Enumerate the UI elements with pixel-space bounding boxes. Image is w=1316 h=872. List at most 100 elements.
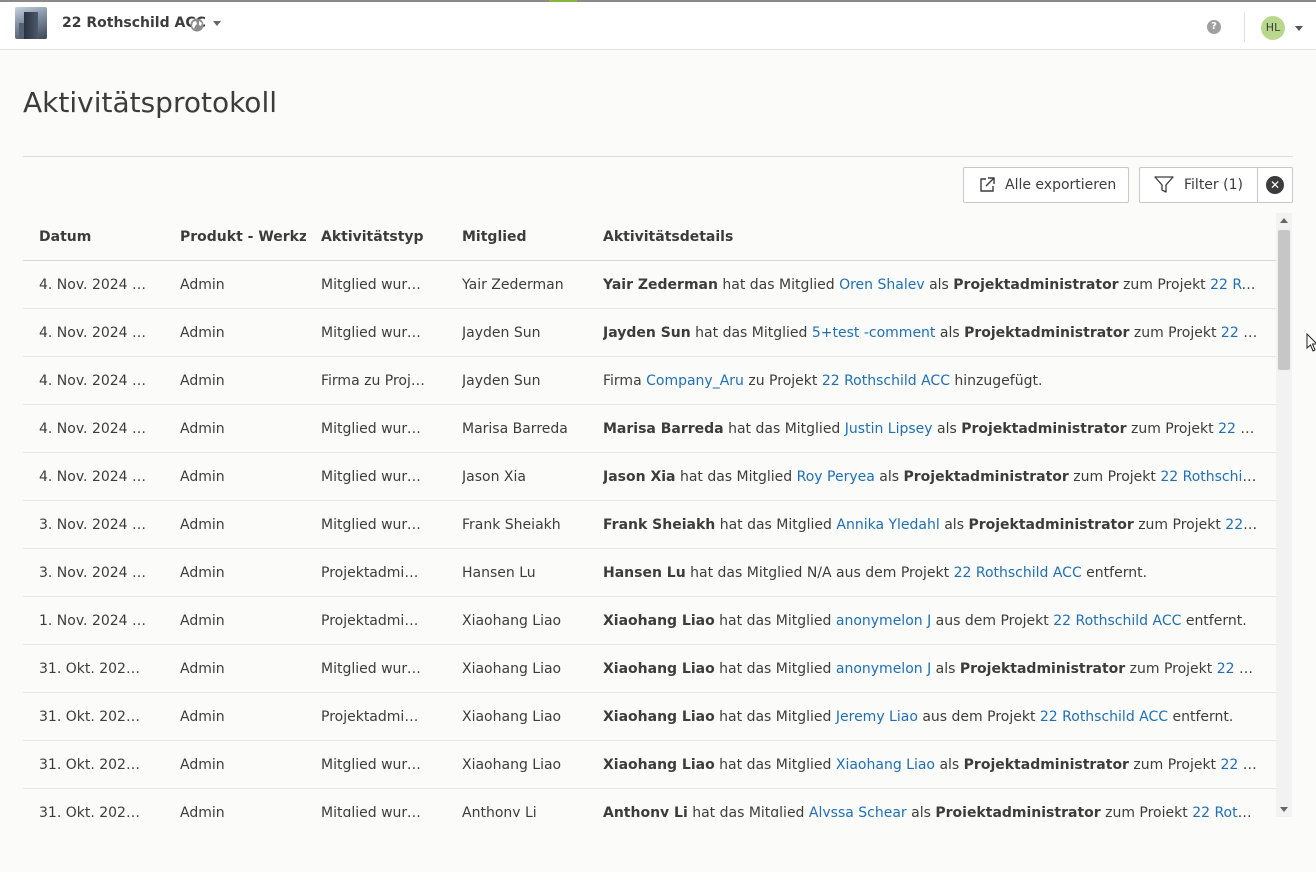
details-link[interactable]: 22 Rothschild ...	[1218, 421, 1258, 437]
details-text: hat das Mitglied	[714, 613, 836, 629]
details-bold-text: Xiaohang Liao	[603, 661, 715, 677]
cell-product: Admin	[180, 421, 225, 437]
table-row[interactable]: 4. Nov. 2024 3:... Admin Mitglied wurd... J…	[23, 453, 1276, 501]
details-text: als	[874, 469, 904, 485]
user-avatar[interactable]: HL	[1261, 16, 1285, 40]
cell-product: Admin	[180, 757, 225, 773]
cell-activity-type: Projektadmini...	[321, 565, 425, 581]
cell-product: Admin	[180, 709, 225, 725]
cell-product: Admin	[180, 373, 225, 389]
details-text: hat das Mitglied	[715, 517, 837, 533]
details-text: hat das Mitglied	[690, 325, 812, 341]
details-link[interactable]: anonymelon J	[836, 613, 931, 629]
loading-indicator	[549, 0, 577, 2]
cell-date: 4. Nov. 2024 7:...	[39, 325, 147, 341]
table-row[interactable]: 1. Nov. 2024 12... Admin Projektadmini... X…	[23, 597, 1276, 645]
column-header-product[interactable]: Produkt - Werkzeug	[180, 229, 306, 245]
column-header-date[interactable]: Datum	[39, 229, 147, 245]
details-link[interactable]: 22 Rothschild ACC	[954, 565, 1082, 581]
details-link[interactable]: 5+test -comment	[812, 325, 936, 341]
activity-table: Datum Produkt - Werkzeug Aktivitätstyp M…	[23, 213, 1276, 817]
cell-date: 3. Nov. 2024 10...	[39, 517, 147, 533]
details-link[interactable]: Xiaohang Liao	[836, 757, 935, 773]
cell-activity-type: Mitglied wurd...	[321, 325, 425, 341]
details-bold-text: Marisa Barreda	[603, 421, 724, 437]
table-row[interactable]: 4. Nov. 2024 7:... Admin Mitglied wurd... J…	[23, 309, 1276, 357]
table-row[interactable]: 31. Okt. 2024 9:... Admin Mitglied wurd...…	[23, 741, 1276, 789]
details-link[interactable]: Roy Peryea	[797, 469, 875, 485]
cell-activity-details: Xiaohang Liao hat das Mitglied anonymelo…	[603, 613, 1258, 629]
scroll-thumb[interactable]	[1278, 230, 1290, 370]
column-header-type[interactable]: Aktivitätstyp	[321, 229, 425, 245]
details-link[interactable]: 22 Rothschild A...	[1210, 277, 1258, 293]
details-link[interactable]: 22 Rothschild ACC	[1160, 469, 1258, 485]
close-icon: ✕	[1266, 176, 1284, 194]
project-dropdown-chevron-icon[interactable]	[213, 21, 221, 26]
scroll-down-arrow-icon[interactable]	[1280, 807, 1288, 812]
cell-activity-details: Frank Sheiakh hat das Mitglied Annika Yl…	[603, 517, 1258, 533]
details-bold-text: Anthony Li	[603, 805, 688, 817]
help-icon[interactable]: ?	[1207, 20, 1221, 34]
table-row[interactable]: 31. Okt. 2024 1... Admin Projektadmini... X…	[23, 693, 1276, 741]
details-link[interactable]: 22 Rothschild...	[1221, 325, 1258, 341]
details-text: als	[931, 661, 960, 677]
cell-activity-details: Yair Zederman hat das Mitglied Oren Shal…	[603, 277, 1258, 293]
details-link[interactable]: 22 Rothschild...	[1225, 517, 1258, 533]
mouse-cursor-icon	[1306, 333, 1316, 352]
details-link[interactable]: Jeremy Liao	[836, 709, 918, 725]
cell-member: Frank Sheiakh	[462, 517, 561, 533]
details-link[interactable]: Oren Shalev	[839, 277, 925, 293]
table-row[interactable]: 4. Nov. 2024 1... Admin Mitglied wurd... Ma…	[23, 405, 1276, 453]
details-text: zum Projekt	[1128, 757, 1221, 773]
details-text: entfernt.	[1081, 565, 1148, 581]
project-name[interactable]: 22 Rothschild ACC	[62, 15, 206, 31]
details-text: als	[906, 805, 936, 817]
cell-member: Hansen Lu	[462, 565, 536, 581]
page-title: Aktivitätsprotokoll	[23, 86, 277, 119]
cell-activity-details: Marisa Barreda hat das Mitglied Justin L…	[603, 421, 1258, 437]
table-row[interactable]: 3. Nov. 2024 10... Admin Projektadmini... H…	[23, 549, 1276, 597]
cell-product: Admin	[180, 805, 225, 817]
cell-date: 1. Nov. 2024 12...	[39, 613, 147, 629]
clear-filter-button[interactable]: ✕	[1257, 167, 1293, 203]
table-row[interactable]: 31. Okt. 2024 7:... Admin Mitglied wurd...…	[23, 789, 1276, 817]
cell-member: Jayden Sun	[462, 373, 541, 389]
details-text: Firma	[603, 373, 647, 389]
details-link[interactable]: Company_Aru	[646, 373, 744, 389]
details-link[interactable]: Annika Yledahl	[836, 517, 939, 533]
filter-label: Filter (1)	[1184, 177, 1243, 193]
details-bold-text: Frank Sheiakh	[603, 517, 716, 533]
column-header-member[interactable]: Mitglied	[462, 229, 592, 245]
details-link[interactable]: Alyssa Schear	[809, 805, 907, 817]
table-row[interactable]: 3. Nov. 2024 10... Admin Mitglied wurd... F…	[23, 501, 1276, 549]
cell-member: Anthony Li	[462, 805, 537, 817]
cell-activity-details: Anthony Li hat das Mitglied Alyssa Schea…	[603, 805, 1258, 817]
scroll-up-arrow-icon[interactable]	[1280, 218, 1288, 223]
column-header-details[interactable]: Aktivitätsdetails	[603, 229, 1258, 245]
details-link[interactable]: 22 Rothschild ...	[1217, 661, 1258, 677]
cell-member: Yair Zederman	[462, 277, 564, 293]
table-row[interactable]: 4. Nov. 2024 7:... Admin Firma zu Proje...…	[23, 357, 1276, 405]
filter-button[interactable]: Filter (1)	[1139, 167, 1257, 203]
cell-activity-details: Jason Xia hat das Mitglied Roy Peryea al…	[603, 469, 1258, 485]
cell-member: Xiaohang Liao	[462, 709, 562, 725]
project-thumbnail[interactable]	[15, 7, 47, 39]
table-row[interactable]: 4. Nov. 2024 1... Admin Mitglied wurd... Ya…	[23, 261, 1276, 309]
cell-member: Xiaohang Liao	[462, 613, 562, 629]
details-link[interactable]: 22 Rothschild ACC	[1053, 613, 1181, 629]
details-link[interactable]: 22 Rothschild ACC	[1040, 709, 1168, 725]
cell-date: 31. Okt. 2024 1...	[39, 709, 147, 725]
table-row[interactable]: 31. Okt. 2024 1... Admin Mitglied wurd... X…	[23, 645, 1276, 693]
user-menu-chevron-icon[interactable]	[1295, 26, 1303, 31]
details-bold-text: Yair Zederman	[603, 277, 718, 293]
export-all-button[interactable]: Alle exportieren	[963, 167, 1129, 203]
details-link[interactable]: anonymelon J	[836, 661, 931, 677]
cell-activity-type: Mitglied wurd...	[321, 277, 425, 293]
cell-date: 3. Nov. 2024 10...	[39, 565, 147, 581]
table-scrollbar[interactable]	[1276, 213, 1292, 817]
details-link[interactable]: 22 Rothschild ...	[1221, 757, 1259, 773]
details-link[interactable]: Justin Lipsey	[845, 421, 933, 437]
details-link[interactable]: 22 Rothschild ACC...	[1192, 805, 1258, 817]
details-link[interactable]: 22 Rothschild ACC	[822, 373, 950, 389]
filter-icon	[1154, 176, 1174, 193]
